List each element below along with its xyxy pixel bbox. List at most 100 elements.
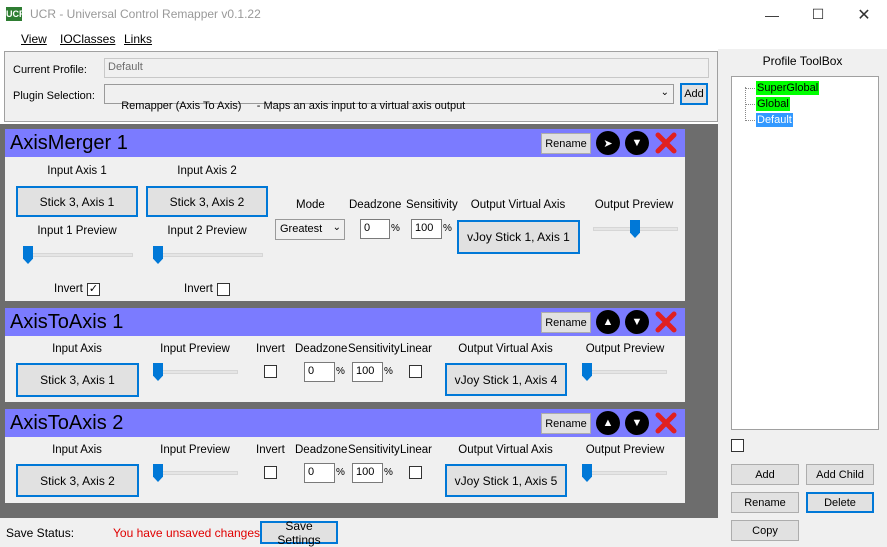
- rename-button[interactable]: Rename: [541, 413, 591, 434]
- slider-thumb: [153, 363, 163, 381]
- title-bar: UCR UCR - Universal Control Remapper v0.…: [0, 0, 887, 29]
- maximize-button[interactable]: ☐: [795, 0, 841, 29]
- output-virtual-axis-label: Output Virtual Axis: [458, 343, 553, 355]
- deadzone-percent: %: [336, 366, 345, 377]
- invert-label: Invert: [256, 444, 285, 456]
- chevron-down-icon: ⌄: [660, 87, 669, 98]
- toolbox-rename-button[interactable]: Rename: [731, 492, 799, 513]
- profile-tree[interactable]: SuperGlobal Global Default: [731, 76, 879, 430]
- toolbox-add-button[interactable]: Add: [731, 464, 799, 485]
- red-x-icon: [655, 132, 677, 154]
- linear-checkbox[interactable]: [409, 365, 422, 378]
- input-axis-button[interactable]: Stick 3, Axis 2: [16, 464, 139, 497]
- plugin-axistoaxis-1: AxisToAxis 1 Rename ▲ ▼ Input Axis Stick…: [5, 308, 685, 402]
- invert-label: Invert: [256, 343, 285, 355]
- output-preview-label: Output Preview: [594, 199, 674, 211]
- menu-links[interactable]: Links: [124, 32, 152, 46]
- move-up-button[interactable]: ➤: [596, 131, 620, 155]
- tree-line: [745, 120, 755, 121]
- sensitivity-input[interactable]: 100: [411, 219, 442, 239]
- output-preview-label: Output Preview: [585, 343, 665, 355]
- linear-label: Linear: [400, 343, 432, 355]
- deadzone-label: Deadzone: [349, 199, 402, 211]
- plugin-selection-value: Remapper (Axis To Axis) - Maps an axis i…: [121, 100, 466, 112]
- red-x-icon: [655, 311, 677, 333]
- close-button[interactable]: ✕: [841, 0, 887, 29]
- output-virtual-axis-button[interactable]: vJoy Stick 1, Axis 4: [445, 363, 567, 396]
- invert-checkbox[interactable]: [264, 466, 277, 479]
- invert-2-label: Invert: [184, 283, 213, 295]
- input-preview-slider: [153, 463, 238, 485]
- app-icon: UCR: [6, 7, 26, 21]
- input-axis-2-button[interactable]: Stick 3, Axis 2: [146, 186, 268, 217]
- invert-1-label: Invert: [54, 283, 83, 295]
- deadzone-input[interactable]: 0: [360, 219, 390, 239]
- input-axis-button[interactable]: Stick 3, Axis 1: [16, 363, 139, 397]
- save-settings-button[interactable]: Save Settings: [260, 519, 338, 547]
- plugin-header: AxisMerger 1 Rename ➤ ▼: [5, 129, 685, 157]
- toolbox-add-child-button[interactable]: Add Child: [806, 464, 874, 485]
- chevron-up-icon: ▲: [602, 316, 614, 328]
- sensitivity-input[interactable]: 100: [352, 362, 383, 382]
- linear-label: Linear: [400, 444, 432, 456]
- input-2-preview-label: Input 2 Preview: [167, 225, 247, 237]
- toolbox-delete-button[interactable]: Delete: [806, 492, 874, 513]
- invert-2-checkbox[interactable]: [217, 283, 230, 296]
- sensitivity-input[interactable]: 100: [352, 463, 383, 483]
- output-preview-slider: [582, 362, 667, 384]
- tree-node-default[interactable]: Default: [756, 113, 793, 127]
- menu-ioclasses-label: IOClasses: [60, 32, 116, 46]
- deadzone-percent: %: [336, 467, 345, 478]
- chevron-down-icon: ▼: [631, 316, 643, 328]
- plugin-title: AxisToAxis 1: [10, 311, 124, 333]
- invert-1-checkbox[interactable]: ✓: [87, 283, 100, 296]
- add-plugin-button[interactable]: Add: [680, 83, 708, 105]
- window-title: UCR - Universal Control Remapper v0.1.22: [30, 7, 261, 21]
- output-preview-label: Output Preview: [585, 444, 665, 456]
- rename-button[interactable]: Rename: [541, 312, 591, 333]
- tree-node-global[interactable]: Global: [756, 97, 790, 111]
- sensitivity-percent: %: [443, 223, 452, 234]
- input-1-preview-label: Input 1 Preview: [37, 225, 117, 237]
- chevron-down-icon: ▼: [631, 137, 643, 149]
- plugin-selection-dropdown[interactable]: Remapper (Axis To Axis) - Maps an axis i…: [104, 84, 674, 112]
- menu-ioclasses[interactable]: IOClasses: [60, 32, 115, 46]
- output-preview-slider: [582, 463, 667, 485]
- output-virtual-axis-label: Output Virtual Axis: [458, 444, 553, 456]
- mode-dropdown[interactable]: Greatest ⌄: [275, 219, 345, 240]
- chevron-up-icon: ➤: [603, 137, 613, 150]
- mode-value: Greatest: [280, 223, 323, 235]
- tree-line: [745, 88, 755, 89]
- invert-checkbox[interactable]: [264, 365, 277, 378]
- tree-node-superglobal[interactable]: SuperGlobal: [756, 81, 820, 95]
- minimize-button[interactable]: —: [749, 0, 795, 29]
- toolbox-copy-button[interactable]: Copy: [731, 520, 799, 541]
- move-up-button[interactable]: ▲: [596, 310, 620, 334]
- remove-plugin-button[interactable]: [654, 411, 678, 435]
- output-virtual-axis-button[interactable]: vJoy Stick 1, Axis 1: [457, 220, 580, 254]
- linear-checkbox[interactable]: [409, 466, 422, 479]
- input-axis-label: Input Axis: [52, 444, 102, 456]
- move-up-button[interactable]: ▲: [596, 411, 620, 435]
- deadzone-percent: %: [391, 223, 400, 234]
- remove-plugin-button[interactable]: [654, 131, 678, 155]
- move-down-button[interactable]: ▼: [625, 411, 649, 435]
- toolbox-checkbox[interactable]: [731, 439, 744, 452]
- input-2-preview-slider: [153, 245, 263, 267]
- output-virtual-axis-button[interactable]: vJoy Stick 1, Axis 5: [445, 464, 567, 497]
- slider-thumb: [153, 246, 163, 264]
- input-axis-1-button[interactable]: Stick 3, Axis 1: [16, 186, 138, 217]
- rename-button[interactable]: Rename: [541, 133, 591, 154]
- deadzone-label: Deadzone: [295, 343, 348, 355]
- red-x-icon: [655, 412, 677, 434]
- slider-thumb: [582, 464, 592, 482]
- move-down-button[interactable]: ▼: [625, 131, 649, 155]
- deadzone-input[interactable]: 0: [304, 463, 335, 483]
- deadzone-input[interactable]: 0: [304, 362, 335, 382]
- remove-plugin-button[interactable]: [654, 310, 678, 334]
- menu-view[interactable]: View: [21, 32, 47, 46]
- move-down-button[interactable]: ▼: [625, 310, 649, 334]
- current-profile-label: Current Profile:: [13, 64, 87, 76]
- slider-thumb: [630, 220, 640, 238]
- chevron-down-icon: ⌄: [332, 222, 341, 233]
